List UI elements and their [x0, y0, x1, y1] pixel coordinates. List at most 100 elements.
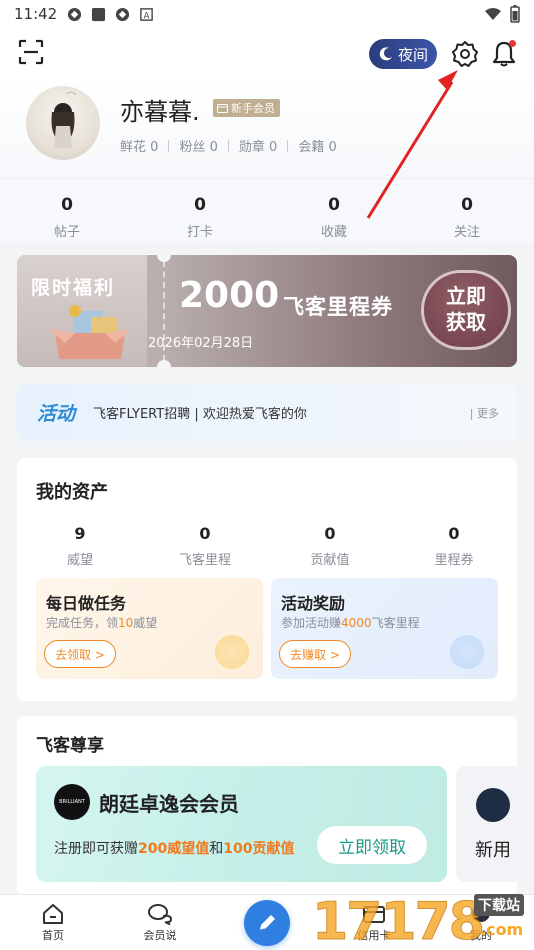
count-value: 0: [328, 195, 340, 215]
avatar[interactable]: [26, 86, 100, 160]
moon-icon: [379, 47, 392, 61]
vip-section: 飞客尊享 BRILLIANT 朗廷卓逸会会员 注册即可获赠200威望值和100贡…: [17, 716, 517, 896]
vip-card-next[interactable]: 新用: [456, 766, 517, 882]
desc-highlight: 200威望值: [138, 841, 210, 857]
more-link[interactable]: | 更多: [470, 405, 499, 421]
profile-stats: 鲜花 0 粉丝 0 勋章 0 会籍 0: [120, 136, 337, 155]
compose-button[interactable]: [244, 900, 290, 946]
site-watermark: 17178 下载站 .com: [312, 888, 534, 950]
banner-unit: 飞客里程券: [283, 295, 393, 319]
top-bar: 夜间: [0, 28, 534, 78]
vip-title: 飞客尊享: [36, 736, 104, 756]
home-icon: [43, 904, 63, 924]
app-notification-icon: [92, 7, 106, 21]
profile-section: 亦暮暮. 新手会员 鲜花 0 粉丝 0 勋章 0 会籍 0: [0, 78, 534, 178]
tab-home[interactable]: 首页: [23, 903, 83, 943]
gift-box-icon: [49, 305, 131, 359]
count-posts[interactable]: 0 帖子: [22, 179, 112, 240]
stat-fans[interactable]: 粉丝 0: [179, 136, 217, 155]
pencil-icon: [259, 915, 275, 931]
watermark-tag: 下载站: [474, 894, 524, 916]
banner-date: 2026年02月28日: [148, 336, 254, 351]
claim-button-label: 立即获取: [446, 284, 486, 334]
scan-icon[interactable]: [17, 38, 45, 66]
stat-value: 0: [328, 140, 337, 155]
banner-amount: 2000: [179, 275, 280, 316]
stat-medals[interactable]: 勋章 0: [239, 136, 277, 155]
promo-banner[interactable]: 限时福利 2000 飞客里程券 2026年02月28日 立即获取: [17, 255, 517, 367]
stat-value: 0: [209, 140, 218, 155]
app-notification-icon: [68, 7, 82, 21]
asset-prestige[interactable]: 9 威望: [35, 524, 125, 568]
task-desc-text: 参加活动赚: [281, 616, 342, 630]
divider: [227, 139, 229, 152]
stat-flowers[interactable]: 鲜花 0: [120, 136, 158, 155]
claim-task-button[interactable]: 去领取 >: [44, 640, 116, 668]
task-title: 活动奖励: [281, 594, 346, 613]
count-checkins[interactable]: 0 打卡: [155, 179, 245, 240]
count-value: 0: [461, 195, 473, 215]
task-desc-text: 飞客里程: [371, 616, 420, 630]
stat-label: 鲜花: [120, 140, 147, 155]
ticket-notch: [157, 360, 171, 367]
count-value: 0: [194, 195, 206, 215]
activity-strip[interactable]: 活动 飞客FLYERT招聘 | 欢迎热爱飞客的你 | 更多: [17, 384, 517, 441]
asset-miles[interactable]: 0 飞客里程: [160, 524, 250, 568]
count-label: 关注: [453, 225, 480, 240]
stat-membership[interactable]: 会籍 0: [298, 136, 336, 155]
gear-icon[interactable]: [451, 40, 479, 68]
asset-value: 0: [324, 524, 336, 543]
stat-value: 0: [269, 140, 278, 155]
assets-card: 我的资产 9 威望 0 飞客里程 0 贡献值 0 里程券 每日做任务 完成任务，…: [17, 458, 517, 701]
vip-card-next-text: 新用: [475, 840, 511, 861]
count-label: 帖子: [53, 225, 80, 240]
desc-highlight: 100贡献值: [223, 841, 295, 857]
stat-value: 0: [150, 140, 159, 155]
brilliant-logo: BRILLIANT: [54, 784, 90, 820]
claim-button[interactable]: 立即获取: [421, 270, 511, 350]
activity-reward-card[interactable]: 活动奖励 参加活动赚4000飞客里程 去赚取 >: [271, 578, 498, 679]
tab-label: 首页: [42, 929, 64, 942]
wifi-icon: [485, 8, 501, 20]
task-desc: 参加活动赚4000飞客里程: [281, 614, 420, 631]
username[interactable]: 亦暮暮.: [120, 92, 200, 127]
vip-card-name: 朗廷卓逸会会员: [99, 792, 239, 816]
coin-icon: [215, 635, 249, 669]
divider: [168, 139, 170, 152]
task-desc-text: 完成任务，领: [46, 616, 119, 630]
desc-text: 注册即可获赠: [54, 841, 138, 857]
member-badge-label: 新手会员: [231, 102, 275, 115]
watermark-digits: 17178: [312, 892, 486, 950]
asset-contribution[interactable]: 0 贡献值: [285, 524, 375, 568]
desc-text: 和: [209, 841, 224, 857]
asset-vouchers[interactable]: 0 里程券: [409, 524, 499, 568]
count-following[interactable]: 0 关注: [422, 179, 512, 240]
brand-logo: [476, 788, 510, 822]
count-favorites[interactable]: 0 收藏: [289, 179, 379, 240]
card-icon: [217, 103, 228, 113]
get-now-button[interactable]: 立即领取: [317, 826, 427, 864]
svg-text:A: A: [144, 10, 150, 20]
tab-member-talk[interactable]: 会员说: [130, 903, 190, 943]
task-desc-text: 威望: [133, 616, 158, 630]
night-mode-button[interactable]: 夜间: [369, 39, 437, 69]
asset-label: 里程券: [434, 553, 474, 568]
asset-value: 0: [199, 524, 211, 543]
vip-card-langham[interactable]: BRILLIANT 朗廷卓逸会会员 注册即可获赠200威望值和100贡献值 立即…: [36, 766, 447, 882]
stat-label: 勋章: [238, 140, 265, 155]
daily-task-card[interactable]: 每日做任务 完成任务，领10威望 去领取 >: [36, 578, 263, 679]
logo-text: BRILLIANT: [59, 799, 85, 805]
plane-icon: [450, 635, 484, 669]
member-badge: 新手会员: [213, 99, 280, 117]
asset-label: 贡献值: [310, 553, 350, 568]
ticket-notch: [157, 255, 171, 262]
stat-label: 会籍: [298, 140, 325, 155]
earn-reward-button[interactable]: 去赚取 >: [279, 640, 351, 668]
counts-row: 0 帖子 0 打卡 0 收藏 0 关注: [0, 178, 534, 242]
activity-text[interactable]: 飞客FLYERT招聘 | 欢迎热爱飞客的你: [93, 403, 307, 422]
battery-icon: [510, 5, 520, 23]
watermark-domain: .com: [480, 920, 524, 939]
status-time: 11:42: [14, 5, 58, 23]
count-label: 打卡: [186, 225, 213, 240]
chat-icon: [148, 904, 173, 925]
